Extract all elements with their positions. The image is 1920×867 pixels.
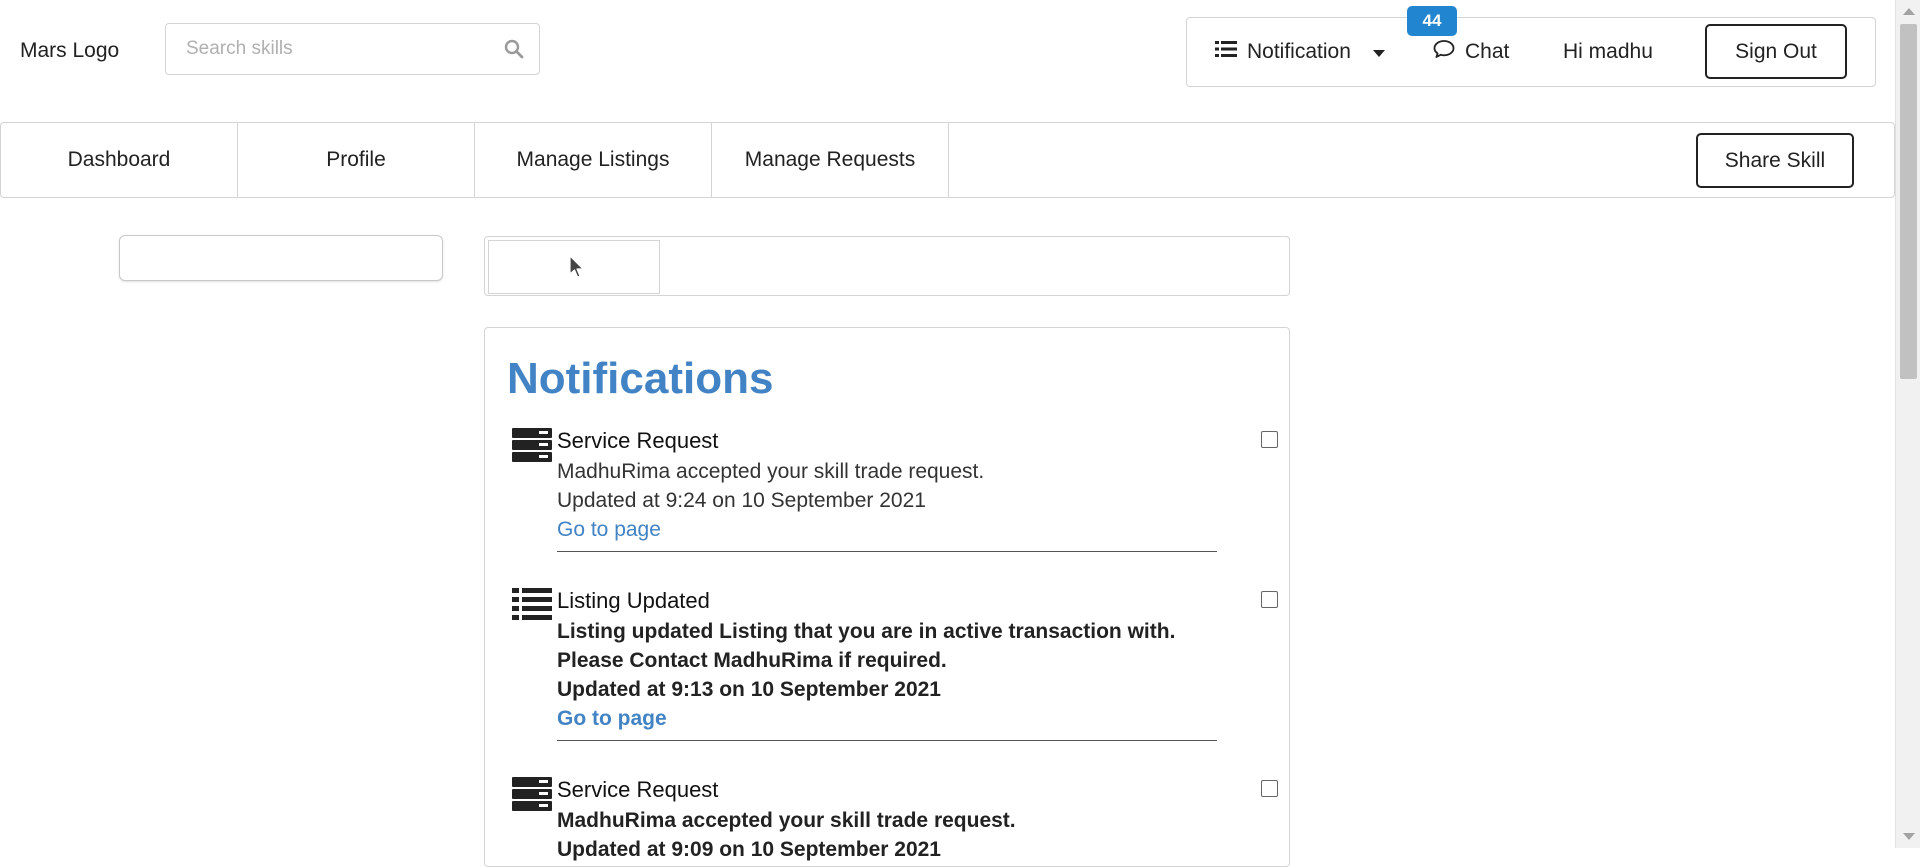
notification-checkbox[interactable] [1261, 780, 1278, 797]
notification-message: MadhuRima accepted your skill trade requ… [557, 460, 985, 483]
notification-label: Notification [1247, 40, 1351, 63]
page-scrollbar[interactable] [1895, 0, 1920, 848]
top-menu: Notification 44 Chat Hi madhu Sign Out [1186, 6, 1876, 87]
notification-filter-bar [484, 236, 1290, 296]
list-icon [1215, 40, 1237, 64]
notification-timestamp: Updated at 9:13 on 10 September 2021 [557, 678, 941, 701]
caret-down-icon [1372, 40, 1385, 64]
server-icon [511, 776, 553, 817]
notification-dropdown[interactable]: Notification 44 [1215, 6, 1457, 86]
sidebar-box[interactable] [119, 235, 443, 281]
chat-icon [1433, 39, 1455, 65]
chat-label: Chat [1465, 40, 1510, 63]
search-input[interactable] [184, 24, 484, 74]
list-icon [511, 587, 553, 628]
notifications-title: Notifications [507, 354, 774, 403]
notification-body: MadhuRima accepted your skill trade requ… [557, 806, 1217, 864]
notification-title: Service Request [557, 428, 719, 453]
divider [557, 551, 1217, 552]
notification-title: Listing Updated [557, 588, 710, 613]
go-to-page-link[interactable]: Go to page [557, 515, 1217, 544]
tab-dashboard[interactable]: Dashboard [1, 123, 238, 197]
filter-item[interactable] [488, 240, 660, 294]
share-skill-button[interactable]: Share Skill [1696, 133, 1854, 188]
tab-manage-requests[interactable]: Manage Requests [712, 123, 949, 197]
notification-timestamp: Updated at 9:24 on 10 September 2021 [557, 489, 926, 512]
user-greeting: Hi madhu [1563, 40, 1653, 63]
notification-body: Listing updated Listing that you are in … [557, 617, 1217, 733]
notification-checkbox[interactable] [1261, 431, 1278, 448]
server-icon [511, 427, 553, 468]
search-icon[interactable] [503, 38, 525, 65]
logo[interactable]: Mars Logo [20, 39, 119, 63]
sign-out-button[interactable]: Sign Out [1705, 24, 1847, 79]
notification-message: MadhuRima accepted your skill trade requ… [557, 809, 1016, 832]
notification-body: MadhuRima accepted your skill trade requ… [557, 457, 1217, 544]
scroll-up-icon[interactable] [1903, 8, 1915, 15]
search-box [165, 23, 540, 75]
go-to-page-link[interactable]: Go to page [557, 704, 1217, 733]
main-nav: Dashboard Profile Manage Listings Manage… [0, 122, 1895, 198]
chat-link[interactable]: Chat [1433, 18, 1509, 86]
notification-timestamp: Updated at 9:09 on 10 September 2021 [557, 838, 941, 861]
notifications-panel: Notifications Service Request MadhuRima … [484, 327, 1290, 867]
scroll-down-icon[interactable] [1903, 833, 1915, 840]
tab-manage-listings[interactable]: Manage Listings [475, 123, 712, 197]
notification-checkbox[interactable] [1261, 591, 1278, 608]
notification-title: Service Request [557, 777, 719, 802]
divider [557, 740, 1217, 741]
mouse-cursor-icon [569, 255, 585, 284]
notification-message: Listing updated Listing that you are in … [557, 620, 1176, 672]
tab-profile[interactable]: Profile [238, 123, 475, 197]
scroll-thumb[interactable] [1900, 24, 1917, 379]
